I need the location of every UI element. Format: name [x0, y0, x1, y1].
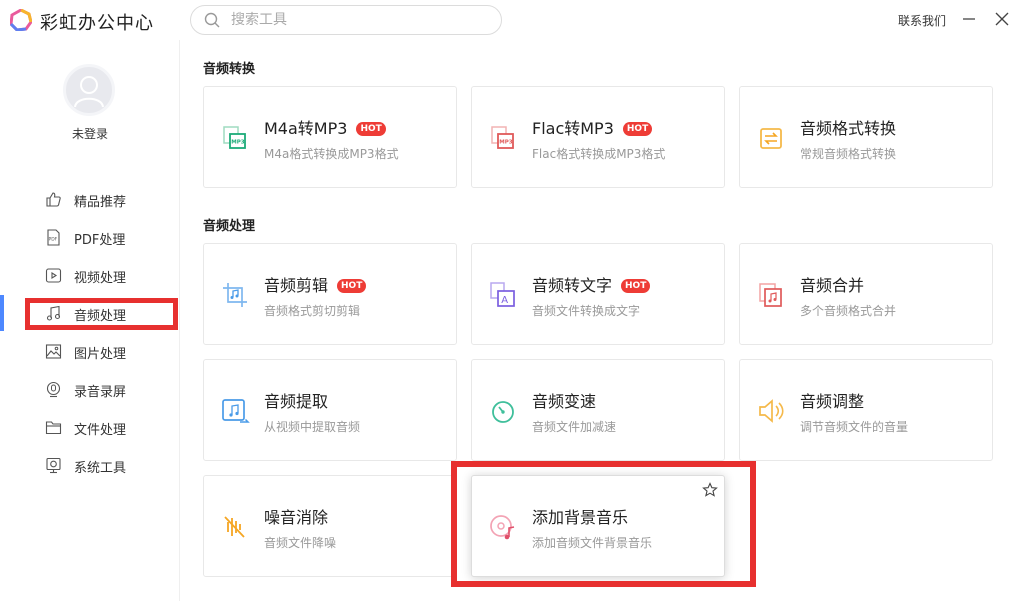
login-status: 未登录	[71, 127, 108, 141]
highlight-box	[451, 461, 756, 587]
card-description: M4a格式转换成MP3格式	[264, 147, 399, 161]
hot-badge: HOT	[356, 122, 386, 136]
record-icon	[46, 381, 61, 398]
card-description: 音频格式剪切剪辑	[264, 304, 361, 318]
audio-to-text-icon: A	[490, 282, 515, 307]
card-audio-crop[interactable]: 音频剪辑 HOT 音频格式剪切剪辑	[203, 243, 457, 345]
sidebar-item-video[interactable]: 视频处理	[0, 257, 180, 293]
section-title-audio-process: 音频处理	[203, 219, 256, 234]
card-m4a-to-mp3[interactable]: MP3 M4a转MP3 HOT M4a格式转换成MP3格式	[203, 86, 457, 188]
card-audio-merge[interactable]: 音频合并 多个音频格式合并	[739, 243, 993, 345]
sidebar-item-system-tools[interactable]: 系统工具	[0, 447, 180, 483]
video-icon	[45, 268, 62, 283]
sidebar-item-label: 精品推荐	[74, 195, 127, 210]
noise-reduction-icon	[224, 516, 245, 538]
card-title: 音频合并	[800, 276, 865, 295]
svg-text:MP3: MP3	[231, 140, 245, 146]
app-title: 彩虹办公中心	[40, 13, 154, 34]
card-description: 从视频中提取音频	[264, 420, 361, 434]
card-title: 音频提取	[264, 392, 329, 411]
app-logo-icon	[10, 9, 32, 31]
card-audio-format-convert[interactable]: 音频格式转换 常规音频格式转换	[739, 86, 993, 188]
avatar[interactable]	[63, 64, 115, 116]
audio-extract-icon	[222, 399, 250, 423]
card-description: 常规音频格式转换	[800, 147, 897, 161]
card-title: 音频格式转换	[800, 119, 897, 138]
card-title: 音频剪辑 HOT	[264, 272, 367, 296]
system-tool-icon	[46, 457, 61, 474]
search-icon	[204, 12, 220, 28]
volume-icon	[759, 399, 784, 423]
card-audio-volume[interactable]: 音频调整 调节音频文件的音量	[739, 359, 993, 461]
sidebar-item-label: PDF处理	[74, 233, 126, 248]
sidebar-item-label: 系统工具	[74, 461, 127, 476]
svg-text:PDF: PDF	[49, 237, 58, 243]
sidebar-item-pdf[interactable]: PDF PDF处理	[0, 219, 180, 255]
pdf-icon: PDF	[47, 229, 60, 246]
card-title: M4a转MP3 HOT	[264, 115, 386, 139]
card-description: 音频文件降噪	[264, 536, 337, 550]
speed-icon	[492, 401, 514, 423]
audio-convert-icon	[760, 128, 782, 149]
card-flac-to-mp3[interactable]: MP3 Flac转MP3 HOT Flac格式转换成MP3格式	[471, 86, 725, 188]
folder-icon	[45, 421, 62, 435]
svg-text:A: A	[501, 295, 508, 306]
card-title: Flac转MP3 HOT	[532, 115, 653, 139]
contact-us-link[interactable]: 联系我们	[898, 12, 946, 29]
title-bar: 彩虹办公中心 联系我们	[0, 0, 1018, 40]
svg-text:MP3: MP3	[499, 140, 513, 146]
sidebar-item-label: 视频处理	[74, 271, 127, 286]
sidebar-item-audio[interactable]: 音频处理	[0, 295, 180, 331]
card-description: Flac格式转换成MP3格式	[532, 147, 666, 161]
minimize-icon[interactable]	[960, 10, 978, 28]
thumbs-up-icon	[46, 192, 61, 207]
sidebar-item-files[interactable]: 文件处理	[0, 409, 180, 445]
close-icon[interactable]	[993, 10, 1011, 28]
audio-merge-icon	[759, 283, 782, 307]
hot-badge: HOT	[337, 279, 367, 293]
m4a-to-mp3-icon: MP3	[223, 126, 246, 149]
card-title: 音频变速	[532, 392, 597, 411]
card-title: 音频转文字 HOT	[532, 272, 651, 296]
card-description: 音频文件转换成文字	[532, 304, 641, 318]
card-title: 音频调整	[800, 392, 865, 411]
sidebar-item-label: 录音录屏	[74, 385, 127, 400]
sidebar-item-image[interactable]: 图片处理	[0, 333, 180, 369]
hot-badge: HOT	[621, 279, 651, 293]
sidebar-item-label: 图片处理	[74, 347, 127, 362]
card-title: 噪音消除	[264, 508, 329, 527]
highlight-box	[25, 298, 178, 330]
card-description: 调节音频文件的音量	[800, 420, 909, 434]
hot-badge: HOT	[622, 122, 653, 136]
search-box[interactable]	[190, 5, 502, 35]
sidebar-item-label: 文件处理	[74, 423, 127, 438]
search-input[interactable]	[231, 10, 481, 30]
image-icon	[45, 344, 62, 359]
audio-crop-icon	[223, 283, 247, 307]
card-audio-extract[interactable]: 音频提取 从视频中提取音频	[203, 359, 457, 461]
sidebar-item-recommended[interactable]: 精品推荐	[0, 181, 180, 217]
card-audio-speed[interactable]: 音频变速 音频文件加减速	[471, 359, 725, 461]
card-description: 音频文件加减速	[532, 420, 617, 434]
card-audio-to-text[interactable]: A 音频转文字 HOT 音频文件转换成文字	[471, 243, 725, 345]
user-icon	[74, 76, 104, 108]
card-noise-reduction[interactable]: 噪音消除 音频文件降噪	[203, 475, 457, 577]
section-title-audio-convert: 音频转换	[203, 62, 256, 77]
flac-to-mp3-icon: MP3	[491, 126, 514, 149]
sidebar: 未登录 精品推荐 PDF PDF处理 视频处理 音频处理 图片处理 录音录屏 文…	[0, 40, 180, 601]
card-description: 多个音频格式合并	[800, 304, 897, 318]
sidebar-item-recording[interactable]: 录音录屏	[0, 371, 180, 407]
